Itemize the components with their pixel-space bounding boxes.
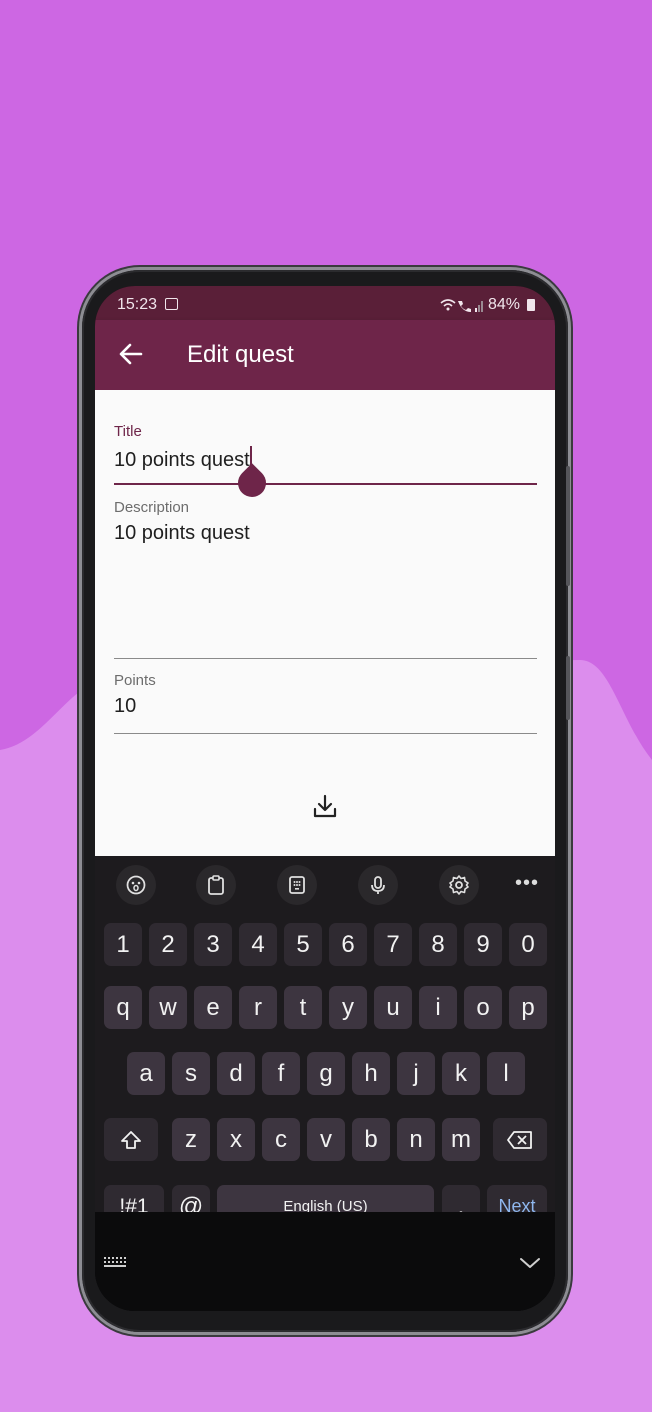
points-field[interactable]: 10 [114,695,136,718]
clipboard-icon[interactable] [196,865,236,905]
key-area: 1 2 3 4 5 6 7 8 9 0 q w e r t y u i o p … [95,912,555,1228]
title-underline [114,483,537,485]
mic-icon[interactable] [358,865,398,905]
back-arrow-icon[interactable] [117,340,145,368]
key-2[interactable]: 2 [149,923,187,966]
key-e[interactable]: e [194,986,232,1029]
key-i[interactable]: i [419,986,457,1029]
keyboard: ••• 1 2 3 4 5 6 7 8 9 0 q w e r t y u i … [95,856,555,1311]
key-7[interactable]: 7 [374,923,412,966]
key-n[interactable]: n [397,1118,435,1161]
points-underline [114,733,537,734]
key-h[interactable]: h [352,1052,390,1095]
key-c[interactable]: c [262,1118,300,1161]
wifi-call-signal-icon [440,299,483,312]
key-z[interactable]: z [172,1118,210,1161]
key-a[interactable]: a [127,1052,165,1095]
keyboard-toolbar: ••• [95,856,555,912]
app-bar: Edit quest [95,320,555,390]
title-label: Title [114,423,142,440]
emoji-icon[interactable] [116,865,156,905]
description-label: Description [114,499,190,516]
key-b[interactable]: b [352,1118,390,1161]
key-q[interactable]: q [104,986,142,1029]
more-icon[interactable]: ••• [515,872,539,895]
title-input-value[interactable]: 10 points quest [114,449,250,471]
key-m[interactable]: m [442,1118,480,1161]
keyboard-grid-icon[interactable] [104,1257,128,1269]
shift-icon [121,1130,141,1149]
power-button [566,656,570,720]
key-6[interactable]: 6 [329,923,367,966]
key-v[interactable]: v [307,1118,345,1161]
key-j[interactable]: j [397,1052,435,1095]
battery-percentage: 84% [487,296,520,313]
save-download-icon[interactable] [311,792,339,820]
status-indicators: 84% [440,296,535,314]
image-notification-icon [165,298,178,310]
description-field[interactable]: 10 points quest [114,522,250,545]
key-x[interactable]: x [217,1118,255,1161]
settings-icon[interactable] [439,865,479,905]
key-8[interactable]: 8 [419,923,457,966]
key-w[interactable]: w [149,986,187,1029]
key-p[interactable]: p [509,986,547,1029]
page-title: Edit quest [187,341,294,368]
key-1[interactable]: 1 [104,923,142,966]
backspace-icon [507,1130,532,1149]
key-f[interactable]: f [262,1052,300,1095]
key-3[interactable]: 3 [194,923,232,966]
key-k[interactable]: k [442,1052,480,1095]
status-bar: 15:23 84% [95,286,555,320]
key-r[interactable]: r [239,986,277,1029]
points-label: Points [114,672,156,689]
chevron-down-icon[interactable] [519,1256,541,1270]
shift-key[interactable] [104,1118,158,1161]
key-4[interactable]: 4 [239,923,277,966]
key-s[interactable]: s [172,1052,210,1095]
description-underline [114,658,537,659]
keypad-icon[interactable] [277,865,317,905]
volume-button [566,466,570,586]
key-o[interactable]: o [464,986,502,1029]
backspace-key[interactable] [493,1118,547,1161]
battery-icon [527,299,535,311]
key-5[interactable]: 5 [284,923,322,966]
key-0[interactable]: 0 [509,923,547,966]
status-time: 15:23 [117,296,158,313]
key-g[interactable]: g [307,1052,345,1095]
keyboard-nav-bar [95,1212,555,1311]
key-t[interactable]: t [284,986,322,1029]
title-field[interactable]: 10 points quest [114,446,252,472]
phone-screen: 15:23 84% Edit quest Title 10 points que… [95,286,555,1311]
key-9[interactable]: 9 [464,923,502,966]
key-l[interactable]: l [487,1052,525,1095]
key-y[interactable]: y [329,986,367,1029]
key-u[interactable]: u [374,986,412,1029]
edit-form: Title 10 points quest Description 10 poi… [95,390,555,856]
key-d[interactable]: d [217,1052,255,1095]
